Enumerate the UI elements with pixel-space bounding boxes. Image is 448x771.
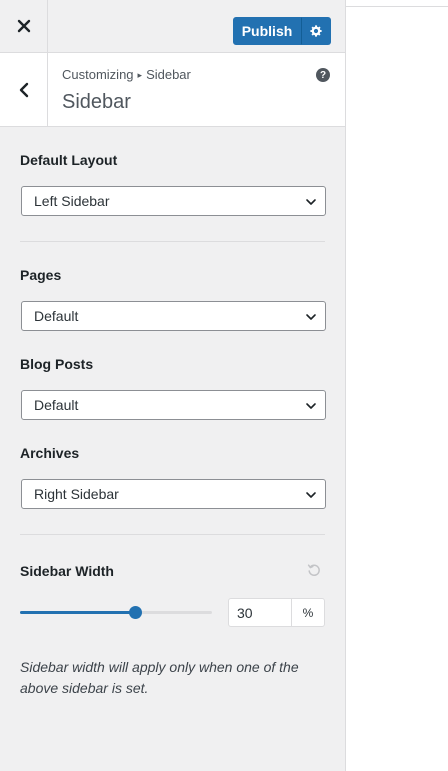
default-layout-label: Default Layout bbox=[20, 152, 118, 168]
reset-icon[interactable] bbox=[307, 563, 321, 577]
default-layout-select[interactable]: Left Sidebar bbox=[21, 186, 326, 216]
breadcrumb: Customizing ▸ Sidebar bbox=[62, 67, 191, 82]
blog-posts-label: Blog Posts bbox=[20, 356, 94, 372]
breadcrumb-separator-icon: ▸ bbox=[137, 70, 143, 80]
publish-settings-button[interactable] bbox=[301, 17, 331, 45]
breadcrumb-parent: Customizing bbox=[62, 67, 134, 82]
sidebar-width-description: Sidebar width will apply only when one o… bbox=[20, 659, 299, 696]
sidebar-width-label: Sidebar Width bbox=[20, 563, 114, 579]
chevron-down-icon bbox=[306, 403, 316, 409]
preview-area bbox=[346, 0, 448, 771]
archives-select[interactable]: Right Sidebar bbox=[21, 479, 326, 509]
section-title: Sidebar bbox=[62, 91, 131, 113]
publish-group: Publish bbox=[233, 17, 331, 45]
breadcrumb-current: Sidebar bbox=[146, 67, 191, 82]
slider-fill bbox=[20, 611, 136, 614]
divider bbox=[20, 534, 325, 535]
chevron-down-icon bbox=[306, 492, 316, 498]
customizer-panel: Publish Customizing ▸ Sidebar Sidebar ? De… bbox=[0, 0, 346, 771]
sidebar-width-input[interactable]: 30 bbox=[228, 598, 292, 627]
divider bbox=[20, 241, 325, 242]
section-header: Customizing ▸ Sidebar Sidebar ? bbox=[0, 53, 345, 127]
sidebar-width-unit: % bbox=[291, 598, 325, 627]
close-button[interactable] bbox=[0, 0, 48, 52]
pages-value: Default bbox=[34, 308, 79, 324]
back-button[interactable] bbox=[0, 53, 48, 126]
blog-posts-select[interactable]: Default bbox=[21, 390, 326, 420]
chevron-down-icon bbox=[306, 199, 316, 205]
close-icon bbox=[17, 19, 30, 33]
pages-label: Pages bbox=[20, 267, 62, 283]
preview-divider bbox=[346, 6, 448, 7]
gear-icon bbox=[310, 25, 322, 37]
publish-button[interactable]: Publish bbox=[233, 17, 301, 45]
default-layout-value: Left Sidebar bbox=[34, 193, 110, 209]
chevron-left-icon bbox=[19, 82, 28, 97]
slider-handle[interactable] bbox=[129, 606, 143, 619]
chevron-down-icon bbox=[306, 314, 316, 320]
help-icon[interactable]: ? bbox=[316, 68, 330, 82]
sidebar-width-slider[interactable] bbox=[20, 606, 212, 619]
customizer-header: Publish bbox=[0, 0, 345, 53]
archives-value: Right Sidebar bbox=[34, 486, 119, 502]
archives-label: Archives bbox=[20, 445, 80, 461]
blog-posts-value: Default bbox=[34, 397, 79, 413]
pages-select[interactable]: Default bbox=[21, 301, 326, 331]
